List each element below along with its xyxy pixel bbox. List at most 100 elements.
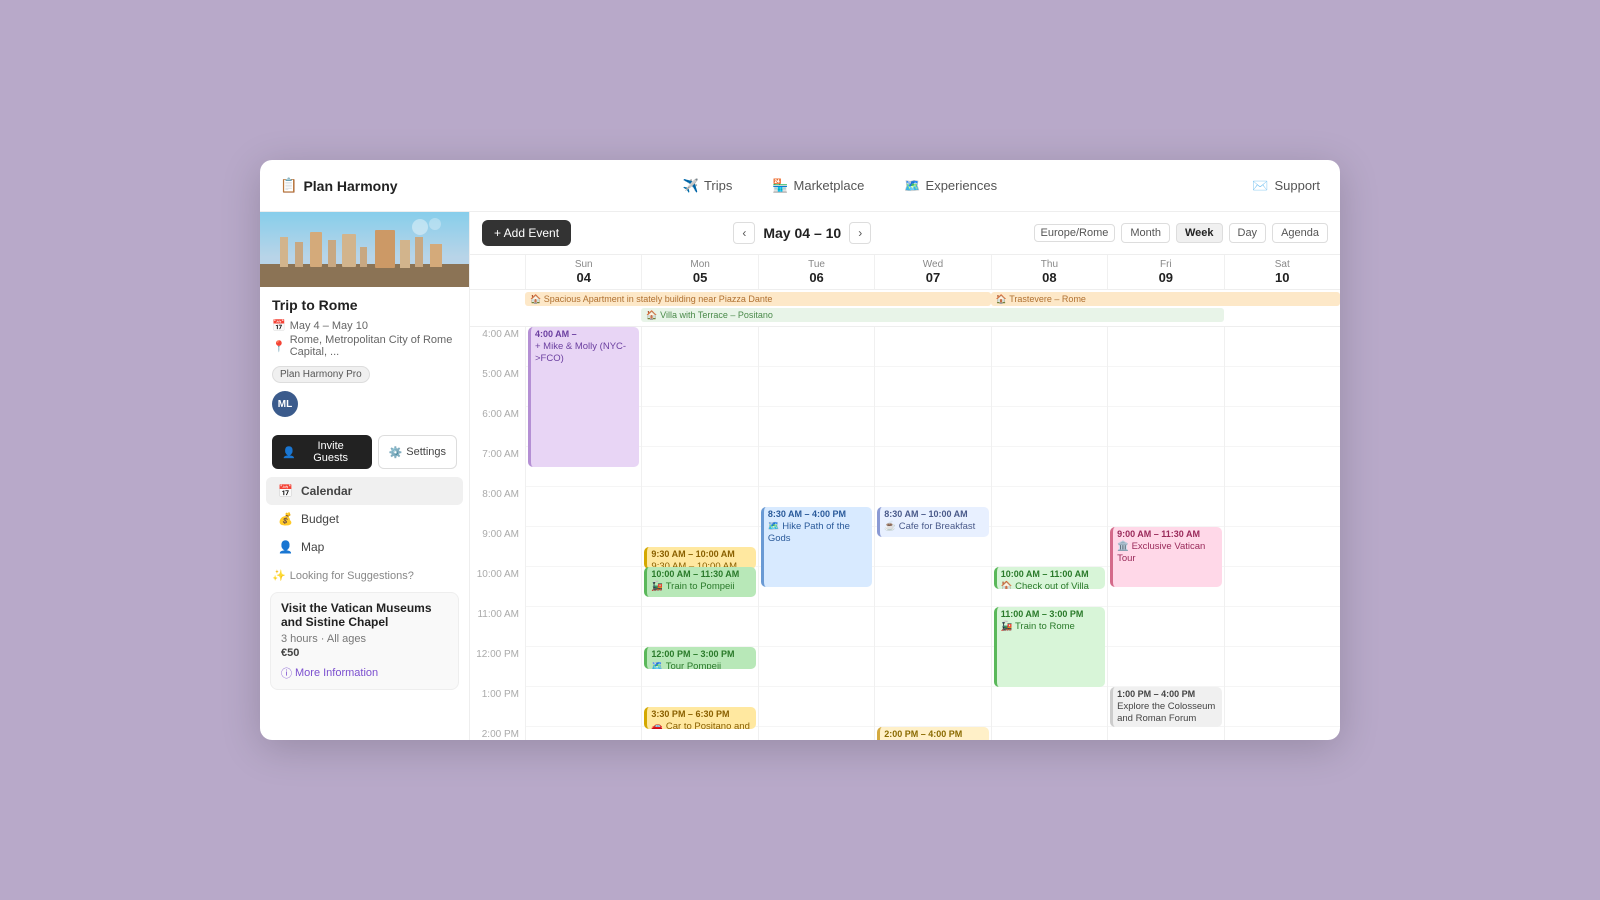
- calendar-event[interactable]: 8:30 AM – 10:00 AM☕ Cafe for Breakfast: [877, 507, 988, 537]
- time-gutter-header: [470, 255, 525, 289]
- time-rows: 4:00 AM5:00 AM6:00 AM7:00 AM8:00 AM 9:00 …: [470, 327, 1340, 740]
- day-col-2[interactable]: 8:30 AM – 4:00 PM🗺️ Hike Path of the God…: [758, 327, 874, 740]
- day-col-1[interactable]: 9:30 AM – 10:00 AM9:30 AM – 10:00 AM10:0…: [641, 327, 757, 740]
- week-view-button[interactable]: Week: [1176, 223, 1223, 243]
- logo-icon: 📋: [280, 177, 297, 194]
- nav-trips-label: Trips: [704, 178, 732, 193]
- multiday-event-bar[interactable]: 🏠 Villa with Terrace – Positano: [641, 308, 1223, 322]
- time-label: 12:00 PM: [470, 647, 525, 687]
- suggestion-title: Visit the Vatican Museums and Sistine Ch…: [281, 601, 448, 629]
- day-header-wed: Wed 07: [874, 255, 990, 289]
- nav-experiences[interactable]: 🗺️ Experiences: [896, 174, 1005, 198]
- trip-image: [260, 212, 469, 287]
- settings-icon: ⚙️: [389, 446, 403, 459]
- trip-info: Trip to Rome 📅 May 4 – May 10 📍 Rome, Me…: [260, 287, 469, 435]
- calendar-area: + Add Event ‹ May 04 – 10 › Europe/Rome …: [470, 212, 1340, 740]
- app-name: Plan Harmony: [303, 178, 397, 194]
- marketplace-icon: 🏪: [772, 178, 788, 194]
- calendar-event[interactable]: 2:00 PM – 4:00 PM🍷 Participate in a Loca…: [877, 727, 988, 740]
- suggestion-card: Visit the Vatican Museums and Sistine Ch…: [270, 592, 459, 690]
- settings-button[interactable]: ⚙️ Settings: [378, 435, 457, 469]
- nav-marketplace-label: Marketplace: [794, 178, 865, 193]
- timezone-badge[interactable]: Europe/Rome: [1034, 224, 1116, 242]
- day-header-tue: Tue 06: [758, 255, 874, 289]
- time-label: 1:00 PM: [470, 687, 525, 727]
- calendar-event[interactable]: 12:00 PM – 3:00 PM🗺️ Tour Pompeii: [644, 647, 755, 669]
- budget-nav-icon: 💰: [278, 512, 293, 526]
- day-header-sat: Sat 10: [1224, 255, 1340, 289]
- experiences-icon: 🗺️: [904, 178, 920, 194]
- body: Trip to Rome 📅 May 4 – May 10 📍 Rome, Me…: [260, 212, 1340, 740]
- day-header-fri: Fri 09: [1107, 255, 1223, 289]
- calendar-toolbar: + Add Event ‹ May 04 – 10 › Europe/Rome …: [470, 212, 1340, 255]
- month-view-button[interactable]: Month: [1121, 223, 1170, 243]
- calendar-event[interactable]: 9:30 AM – 10:00 AM9:30 AM – 10:00 AM: [644, 547, 755, 569]
- date-nav: ‹ May 04 – 10 ›: [581, 222, 1023, 244]
- invite-guests-button[interactable]: 👤 Invite Guests: [272, 435, 372, 469]
- add-event-button[interactable]: + Add Event: [482, 220, 571, 246]
- trip-title: Trip to Rome: [272, 297, 457, 313]
- pro-badge[interactable]: Plan Harmony Pro: [272, 366, 370, 383]
- suggestion-meta: 3 hours · All ages: [281, 633, 448, 645]
- multiday-event-bar[interactable]: 🏠 Trastevere – Rome: [991, 292, 1340, 306]
- time-scroll[interactable]: 4:00 AM5:00 AM6:00 AM7:00 AM8:00 AM 9:00 …: [470, 327, 1340, 740]
- map-nav-icon: 👤: [278, 540, 293, 554]
- day-col-0[interactable]: 4:00 AM –+ Mike & Molly (NYC->FCO)2:00 P…: [525, 327, 641, 740]
- day-col-4[interactable]: 10:00 AM – 11:00 AM🏠 Check out of Villa 1…: [991, 327, 1107, 740]
- sidebar: Trip to Rome 📅 May 4 – May 10 📍 Rome, Me…: [260, 212, 470, 740]
- day-header-mon: Mon 05: [641, 255, 757, 289]
- sidebar-nav-calendar[interactable]: 📅 Calendar: [266, 477, 463, 505]
- calendar-event[interactable]: 8:30 AM – 4:00 PM🗺️ Hike Path of the God…: [761, 507, 872, 587]
- agenda-view-button[interactable]: Agenda: [1272, 223, 1328, 243]
- calendar-event[interactable]: 4:00 AM –+ Mike & Molly (NYC->FCO): [528, 327, 639, 467]
- calendar-event[interactable]: 10:00 AM – 11:00 AM🏠 Check out of Villa: [994, 567, 1105, 589]
- time-label: 5:00 AM: [470, 367, 525, 407]
- info-icon: ⓘ: [281, 665, 292, 681]
- day-view-button[interactable]: Day: [1229, 223, 1267, 243]
- trips-icon: ✈️: [683, 178, 699, 194]
- location-icon: 📍: [272, 340, 286, 353]
- multiday-events: 🏠 Spacious Apartment in stately building…: [525, 290, 1340, 326]
- suggestions-icon: ✨: [272, 569, 286, 582]
- calendar-event[interactable]: 9:00 AM – 11:30 AM🏛️ Exclusive Vatican T…: [1110, 527, 1221, 587]
- suggestion-price: €50: [281, 647, 448, 659]
- nav-trips[interactable]: ✈️ Trips: [675, 174, 741, 198]
- invite-icon: 👤: [282, 446, 296, 459]
- day-headers: Sun 04 Mon 05 Tue 06 Wed 07: [470, 255, 1340, 290]
- time-label: 10:00 AM: [470, 567, 525, 607]
- day-col-5[interactable]: 9:00 AM – 11:30 AM🏛️ Exclusive Vatican T…: [1107, 327, 1223, 740]
- sidebar-nav-budget[interactable]: 💰 Budget: [266, 505, 463, 533]
- support-label: Support: [1274, 178, 1320, 193]
- calendar-event[interactable]: 3:30 PM – 6:30 PM🚗 Car to Positano and W…: [644, 707, 755, 729]
- time-label: 8:00 AM: [470, 487, 525, 527]
- action-row: 👤 Invite Guests ⚙️ Settings: [260, 435, 469, 469]
- nav-experiences-label: Experiences: [926, 178, 998, 193]
- calendar-event[interactable]: 1:00 PM – 4:00 PMExplore the Colosseum a…: [1110, 687, 1221, 727]
- calendar-event[interactable]: 11:00 AM – 3:00 PM🚂 Train to Rome: [994, 607, 1105, 687]
- time-label: 11:00 AM: [470, 607, 525, 647]
- trip-date: 📅 May 4 – May 10: [272, 319, 457, 332]
- more-info-link[interactable]: ⓘ More Information: [281, 665, 448, 681]
- calendar-nav-icon: 📅: [278, 484, 293, 498]
- day-col-6[interactable]: [1224, 327, 1340, 740]
- day-col-3[interactable]: 8:30 AM – 10:00 AM☕ Cafe for Breakfast 2:…: [874, 327, 990, 740]
- time-label: 7:00 AM: [470, 447, 525, 487]
- multiday-event-bar[interactable]: 🏠 Spacious Apartment in stately building…: [525, 292, 991, 306]
- nav-marketplace[interactable]: 🏪 Marketplace: [764, 174, 872, 198]
- avatar-row: ML: [272, 391, 457, 417]
- support-nav[interactable]: ✉️ Support: [1252, 178, 1320, 194]
- time-labels: 4:00 AM5:00 AM6:00 AM7:00 AM8:00 AM9:00 …: [470, 327, 525, 740]
- prev-week-button[interactable]: ‹: [733, 222, 755, 244]
- logo[interactable]: 📋 Plan Harmony: [280, 177, 398, 194]
- calendar-event[interactable]: 10:00 AM – 11:30 AM🚂 Train to Pompeii: [644, 567, 755, 597]
- multiday-gutter: [470, 290, 525, 326]
- support-icon: ✉️: [1252, 178, 1268, 194]
- time-label: 4:00 AM: [470, 327, 525, 367]
- sidebar-nav-map[interactable]: 👤 Map: [266, 533, 463, 561]
- app-container: 📋 Plan Harmony ✈️ Trips 🏪 Marketplace 🗺️…: [260, 160, 1340, 740]
- day-columns: 4:00 AM –+ Mike & Molly (NYC->FCO) 2:00 P…: [525, 327, 1340, 740]
- calendar-icon: 📅: [272, 319, 286, 332]
- time-label: 6:00 AM: [470, 407, 525, 447]
- next-week-button[interactable]: ›: [849, 222, 871, 244]
- day-header-sun: Sun 04: [525, 255, 641, 289]
